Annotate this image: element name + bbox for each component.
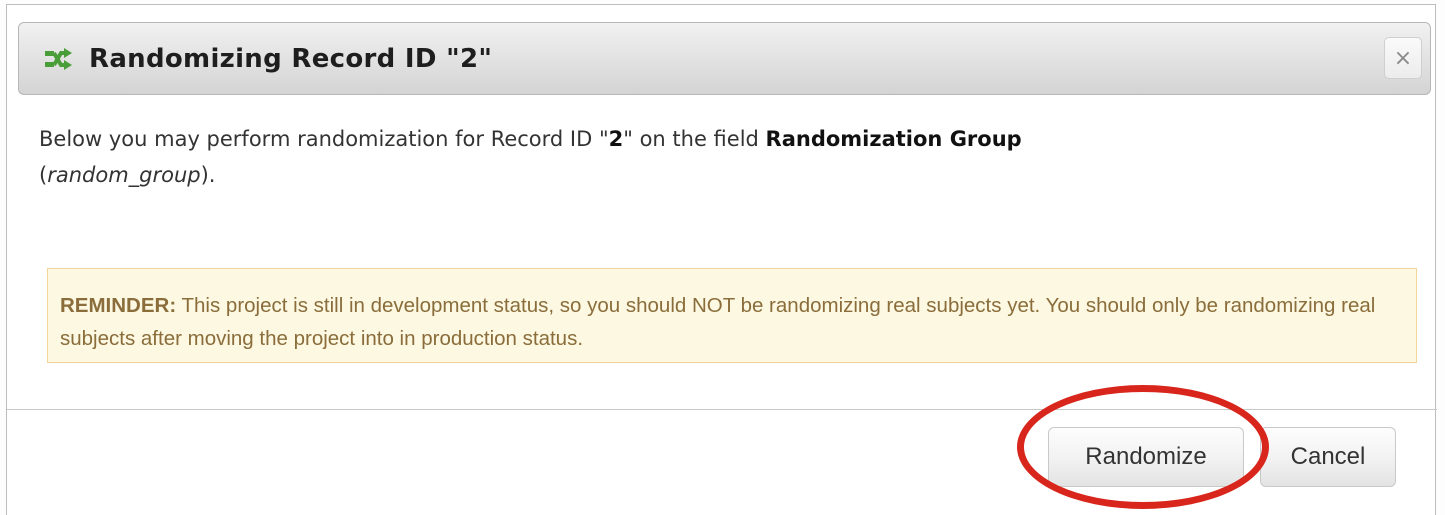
reminder-message: This project is still in development sta… [60, 294, 1376, 350]
dialog-button-divider [7, 409, 1437, 410]
field-label: Randomization Group [765, 127, 1022, 151]
dialog-title: Randomizing Record ID "2" [89, 43, 493, 74]
field-variable-name: random_group [47, 163, 201, 187]
reminder-label: REMINDER: [60, 294, 177, 317]
intro-text-part: ). [200, 163, 216, 187]
intro-text-part: ( [39, 163, 48, 187]
cancel-button[interactable]: Cancel [1260, 427, 1396, 487]
dialog-intro-text: Below you may perform randomization for … [39, 121, 1429, 193]
intro-text-part: Below you may perform randomization for … [39, 127, 609, 151]
close-icon: × [1393, 45, 1413, 71]
shuffle-icon [43, 47, 73, 71]
reminder-alert: REMINDER: This project is still in devel… [47, 268, 1417, 363]
randomize-button[interactable]: Randomize [1048, 427, 1244, 487]
dialog-titlebar[interactable]: Randomizing Record ID "2" × [18, 22, 1431, 95]
record-id-value: 2 [608, 127, 624, 151]
intro-text-part: " on the field [623, 127, 766, 151]
close-button[interactable]: × [1384, 37, 1422, 79]
